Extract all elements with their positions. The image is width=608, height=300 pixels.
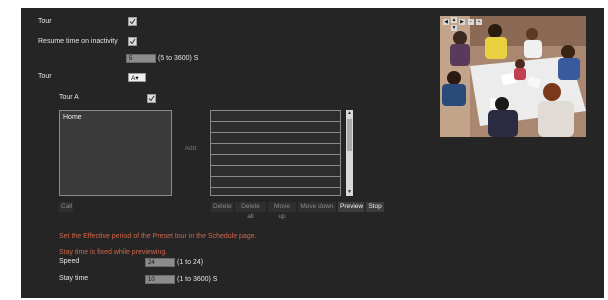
tour-list-scrollbar[interactable]: ▲ ▼	[346, 110, 353, 196]
preview-button[interactable]: Preview	[338, 202, 364, 212]
stay-time-input[interactable]: 10	[145, 275, 175, 284]
list-item[interactable]	[211, 122, 340, 133]
tour-label: Tour	[38, 18, 52, 25]
stop-button[interactable]: Stop	[366, 202, 384, 212]
pan-left-icon[interactable]: ◀	[443, 19, 449, 25]
list-item[interactable]	[211, 177, 340, 188]
resume-time-checkbox[interactable]	[128, 37, 137, 46]
check-icon	[129, 18, 136, 25]
delete-button[interactable]: Delete	[211, 202, 233, 212]
zoom-out-icon[interactable]: −	[468, 19, 474, 25]
resume-time-range: (5 to 3600) S	[158, 55, 199, 62]
speed-range: (1 to 24)	[177, 259, 204, 266]
camera-image	[440, 16, 586, 137]
tilt-up-icon[interactable]: ▲	[451, 17, 457, 23]
delete-all-button[interactable]: Delete all	[235, 202, 266, 220]
list-item[interactable]	[211, 155, 340, 166]
list-item[interactable]	[211, 144, 340, 155]
move-down-button[interactable]: Move down	[298, 202, 336, 212]
stay-time-range: (1 to 3600) S	[177, 276, 218, 283]
tour-select-label: Tour	[38, 73, 52, 80]
resume-time-input[interactable]: 5	[126, 54, 156, 63]
tour-list[interactable]	[210, 110, 341, 196]
resume-time-label: Resume time on inactivity	[38, 38, 118, 45]
chevron-down-icon: ▾	[135, 75, 139, 82]
pan-right-icon[interactable]: ▶	[459, 19, 465, 25]
call-button[interactable]: Call	[59, 202, 73, 212]
check-icon	[129, 38, 136, 45]
list-item[interactable]	[211, 133, 340, 144]
tour-checkbox[interactable]	[128, 17, 137, 26]
move-up-button[interactable]: Move up	[268, 202, 296, 220]
scroll-down-icon[interactable]: ▼	[346, 189, 353, 196]
tilt-down-icon[interactable]: ▼	[451, 25, 457, 31]
camera-preview[interactable]: ◀ ▲ ▶ − + ▼	[440, 16, 586, 137]
stay-time-label: Stay time	[59, 275, 89, 282]
speed-input[interactable]: 24	[145, 258, 175, 267]
tour-select[interactable]: A▾	[128, 73, 146, 82]
zoom-in-icon[interactable]: +	[476, 19, 482, 25]
stay-time-notice: Stay time is fixed while previewing.	[59, 249, 168, 256]
effective-period-notice: Set the Effective period of the Preset t…	[59, 233, 257, 240]
tour-a-label: Tour A	[59, 94, 79, 101]
scrollbar-thumb[interactable]	[347, 119, 352, 151]
list-item[interactable]	[211, 166, 340, 177]
scroll-up-icon[interactable]: ▲	[346, 110, 353, 117]
tour-a-checkbox[interactable]	[147, 94, 156, 103]
check-icon	[148, 95, 155, 102]
list-item[interactable]	[211, 111, 340, 122]
preset-item-home[interactable]: Home	[63, 114, 82, 121]
speed-label: Speed	[59, 258, 80, 265]
preset-list[interactable]: Home	[59, 110, 172, 196]
add-button[interactable]: Add	[182, 144, 199, 154]
settings-panel: Tour Resume time on inactivity 5 (5 to 3…	[21, 8, 604, 298]
